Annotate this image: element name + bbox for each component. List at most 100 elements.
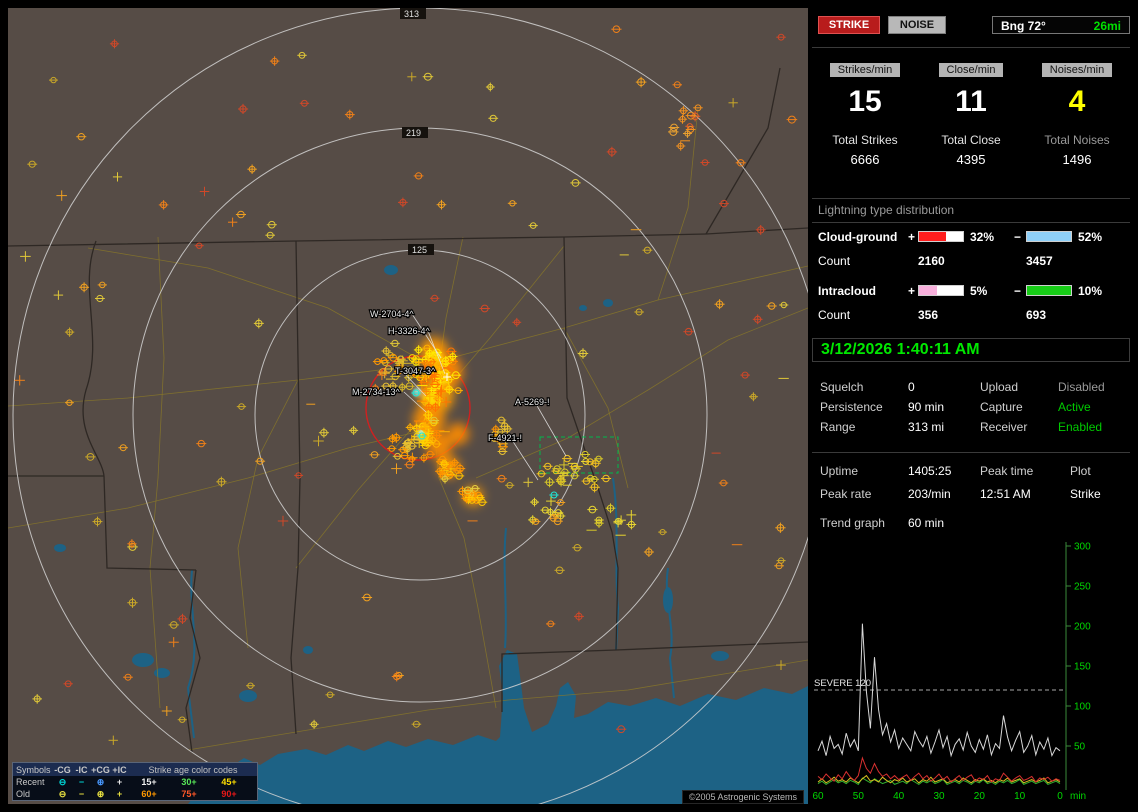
- cg-negative-pct: 52%: [1078, 230, 1103, 244]
- rate-counters: Strikes/min 15 Total Strikes 6666 Close/…: [812, 62, 1130, 167]
- lightning-map: 313 219 125 W-2704-4^ H-3326-4^ T-3047-3^ M-27…: [8, 8, 808, 804]
- svg-text:150: 150: [1074, 662, 1091, 673]
- trend-graph-label: Trend graph: [820, 516, 885, 530]
- stats-label: Peak rate: [820, 487, 872, 501]
- age-60: 60+: [141, 789, 157, 799]
- svg-text:10: 10: [1014, 791, 1026, 802]
- minus-sign: −: [1014, 284, 1022, 298]
- total-noises-label: Total Noises: [1044, 133, 1110, 147]
- strikes-per-min-value: 15: [848, 85, 882, 118]
- cg-negative-count: 3457: [1026, 254, 1053, 268]
- cg-positive-count: 2160: [918, 254, 945, 268]
- svg-text:60: 60: [812, 791, 824, 802]
- ic-positive-count: 356: [918, 308, 939, 322]
- total-close-label: Total Close: [941, 133, 1001, 147]
- close-per-min-label: Close/min: [938, 63, 1004, 77]
- noises-per-min-label: Noises/min: [1041, 63, 1113, 77]
- intracloud-label: Intracloud: [818, 284, 877, 298]
- svg-text:M-2734-13^: M-2734-13^: [352, 387, 401, 397]
- old-neg-cg-icon: ⊖: [58, 788, 67, 799]
- svg-text:W-2704-4^: W-2704-4^: [370, 309, 414, 319]
- svg-text:219: 219: [406, 128, 421, 138]
- app-window: 313 219 125 W-2704-4^ H-3326-4^ T-3047-3^ M-27…: [0, 0, 1138, 812]
- age-90: 90+: [221, 789, 237, 799]
- old-neg-ic-icon: −: [78, 789, 85, 799]
- strike-button[interactable]: STRIKE: [818, 16, 880, 34]
- recent-pos-ic-icon: +: [116, 777, 123, 787]
- legend-col-neg-cg: -CG: [54, 764, 71, 775]
- svg-text:50: 50: [853, 791, 865, 802]
- stats-label: Uptime: [820, 464, 859, 478]
- total-strikes-value: 6666: [850, 152, 880, 167]
- status-value: Active: [1058, 400, 1091, 414]
- old-pos-cg-icon: ⊕: [96, 788, 105, 799]
- status-value: Enabled: [1058, 420, 1103, 434]
- cloud-ground-row: Cloud-ground + 32% − 52%: [812, 230, 1130, 246]
- svg-text:30: 30: [933, 791, 945, 802]
- legend-col-neg-ic: -IC: [75, 764, 88, 775]
- status-value: 0: [908, 380, 915, 394]
- status-row-squelch: Squelch 0 Upload Disabled: [812, 380, 1130, 396]
- svg-text:SEVERE 120: SEVERE 120: [814, 678, 871, 689]
- minus-sign: −: [1014, 230, 1022, 244]
- intracloud-count-row: Count 356 693: [812, 308, 1130, 324]
- svg-text:125: 125: [412, 245, 427, 255]
- legend-col-pos-ic: +IC: [112, 764, 127, 775]
- cloud-ground-label: Cloud-ground: [818, 230, 898, 244]
- noise-button[interactable]: NOISE: [888, 16, 946, 34]
- svg-text:40: 40: [893, 791, 905, 802]
- stats-label: Plot: [1070, 464, 1091, 478]
- divider: [812, 452, 1130, 453]
- old-pos-ic-icon: +: [116, 789, 123, 799]
- map-canvas[interactable]: 313 219 125 W-2704-4^ H-3326-4^ T-3047-3^ M-27…: [8, 8, 808, 804]
- legend-recent-label: Recent: [16, 777, 45, 787]
- status-label: Persistence: [820, 400, 883, 414]
- svg-text:250: 250: [1074, 582, 1091, 593]
- legend-header-row: Symbols -CG -IC +CG +IC Strike age color…: [13, 763, 257, 776]
- recent-neg-cg-icon: ⊖: [58, 776, 67, 787]
- legend-symbols-header: Symbols: [16, 764, 51, 775]
- bearing-value: Bng 72°: [1001, 19, 1046, 33]
- svg-text:20: 20: [974, 791, 986, 802]
- status-panel: STRIKE NOISE Bng 72° 26mi Strikes/min 15…: [812, 8, 1134, 804]
- divider: [812, 47, 1130, 48]
- stats-value: 1405:25: [908, 464, 952, 478]
- status-value: 313 mi: [908, 420, 945, 434]
- age-30: 30+: [181, 777, 197, 787]
- age-45: 45+: [221, 777, 237, 787]
- svg-text:100: 100: [1074, 702, 1091, 713]
- svg-text:313: 313: [404, 9, 419, 19]
- cg-positive-pct: 32%: [970, 230, 995, 244]
- status-row-persistence: Persistence 90 min Capture Active: [812, 400, 1130, 416]
- recent-neg-ic-icon: −: [78, 777, 85, 787]
- distribution-title: Lightning type distribution: [818, 203, 955, 217]
- trend-graph-row: Trend graph 60 min: [812, 516, 1130, 532]
- svg-text:min: min: [1070, 791, 1086, 802]
- trend-graph-duration: 60 min: [908, 516, 945, 530]
- stats-value: 12:51 AM: [980, 487, 1031, 501]
- divider: [812, 198, 1130, 199]
- stats-value: Strike: [1070, 487, 1101, 501]
- stats-row-uptime: Uptime 1405:25 Peak time Plot: [812, 464, 1130, 480]
- status-value: Disabled: [1058, 380, 1105, 394]
- age-15: 15+: [141, 777, 157, 787]
- intracloud-row: Intracloud + 5% − 10%: [812, 284, 1130, 300]
- status-row-range: Range 313 mi Receiver Enabled: [812, 420, 1130, 436]
- status-label: Capture: [980, 400, 1023, 414]
- svg-text:50: 50: [1074, 742, 1086, 753]
- svg-text:A-5269-!: A-5269-!: [515, 397, 550, 407]
- trend-graph: 30025020015010050SEVERE 12060 50 40 30 20 10 0…: [812, 542, 1091, 803]
- status-label: Upload: [980, 380, 1019, 394]
- status-value: 90 min: [908, 400, 945, 414]
- svg-text:0: 0: [1057, 791, 1063, 802]
- svg-text:F-4921-!: F-4921-!: [488, 433, 522, 443]
- bearing-box: Bng 72° 26mi: [992, 16, 1130, 34]
- close-per-min-counter: Close/min 11 Total Close 4395: [918, 62, 1024, 167]
- svg-text:T-3047-3^: T-3047-3^: [395, 366, 436, 376]
- cg-negative-bar: [1026, 231, 1072, 242]
- strikes-per-min-counter: Strikes/min 15 Total Strikes 6666: [812, 62, 918, 167]
- divider: [812, 222, 1130, 223]
- total-strikes-label: Total Strikes: [832, 133, 898, 147]
- ic-positive-bar: [918, 285, 964, 296]
- noises-per-min-value: 4: [1068, 85, 1086, 118]
